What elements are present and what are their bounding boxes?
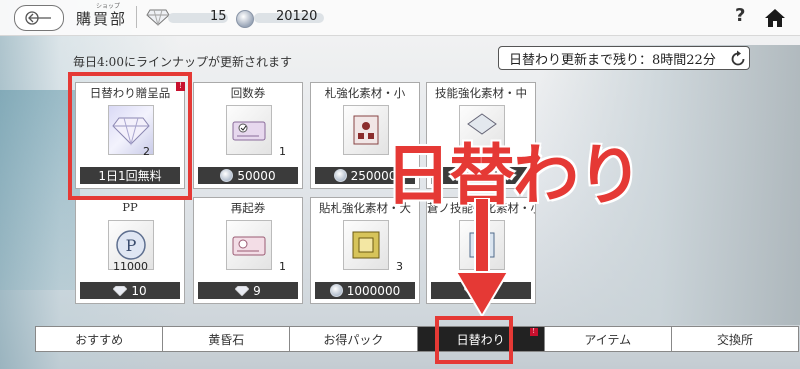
gold-material-icon [352,231,380,259]
item-name: 再起券 [230,201,266,215]
timer-text: 日替わり更新まで残り：8時間22分 [509,52,716,68]
highlight-box-daily-gift [68,72,192,200]
item-qty: 3 [396,260,403,273]
gem-count: 15 [210,9,227,24]
item-price: 1000000 [315,282,415,299]
svg-text:P: P [126,236,137,255]
annotation-text: 日替わり [385,137,643,214]
coin-count: 20120 [276,9,318,24]
coin-icon [329,284,343,297]
tab-label: 黄昏石 [208,332,245,347]
shop-item[interactable]: 再起券 1 9 [193,197,303,304]
item-thumbnail [343,105,389,155]
item-thumbnail [343,220,389,270]
price-value: 10 [131,283,147,298]
tab-label: アイテム [584,332,632,347]
new-badge: ! [529,328,538,336]
gem-icon [146,9,170,26]
tab-label: おすすめ [75,332,124,347]
tab-label: お得パック [323,332,384,347]
gem-icon [113,285,128,296]
back-arrow-icon [25,11,51,25]
item-qty: 1 [279,260,286,273]
home-icon[interactable] [764,7,786,29]
tab-recommended[interactable]: おすすめ [35,326,164,352]
ticket-icon [232,121,266,141]
item-price: 10 [80,282,180,299]
help-icon[interactable]: ? [735,5,745,26]
coin-icon [236,10,254,28]
tab-value-pack[interactable]: お得パック [290,326,418,352]
item-name: 回数券 [230,86,266,100]
price-value: 50000 [237,168,276,183]
refresh-icon[interactable] [729,50,747,68]
item-price: 9 [198,282,298,299]
material-icon [353,115,379,145]
item-name: 技能強化素材・中 [435,86,527,100]
item-name: PP [122,200,138,214]
shop-item[interactable]: PP P 11000 10 [75,197,185,304]
item-qty: 11000 [113,260,148,273]
item-qty: 1 [279,145,286,158]
refresh-timer: 日替わり更新まで残り：8時間22分 [498,46,750,70]
page-title: 購買部 [76,10,128,28]
coin-icon [220,169,234,182]
coin-icon [333,169,347,182]
annotation-arrow-icon [454,198,510,318]
price-value: 1000000 [346,283,401,298]
tab-exchange[interactable]: 交換所 [671,326,800,352]
revival-ticket-icon [232,236,266,256]
back-button[interactable] [14,5,64,31]
lineup-notice: 毎日4:00にラインナップが更新されます [73,55,292,69]
tab-items[interactable]: アイテム [544,326,672,352]
item-price: 50000 [198,167,298,184]
shop-item[interactable]: 回数券 1 50000 [193,82,303,189]
top-bar: ショップ 購買部 15 20120 ? [0,0,800,36]
gem-icon [235,285,250,296]
category-tabs: おすすめ 黄昏石 お得パック 日替わり! アイテム 交換所 [35,326,800,352]
tab-twilight-stone[interactable]: 黄昏石 [163,326,291,352]
tab-label: 交換所 [716,332,753,347]
highlight-box-daily-tab [435,316,513,364]
item-thumbnail [226,220,272,270]
price-value: 9 [253,283,261,298]
divider [136,6,137,28]
item-name: 札強化素材・小 [324,86,406,100]
item-thumbnail [226,105,272,155]
